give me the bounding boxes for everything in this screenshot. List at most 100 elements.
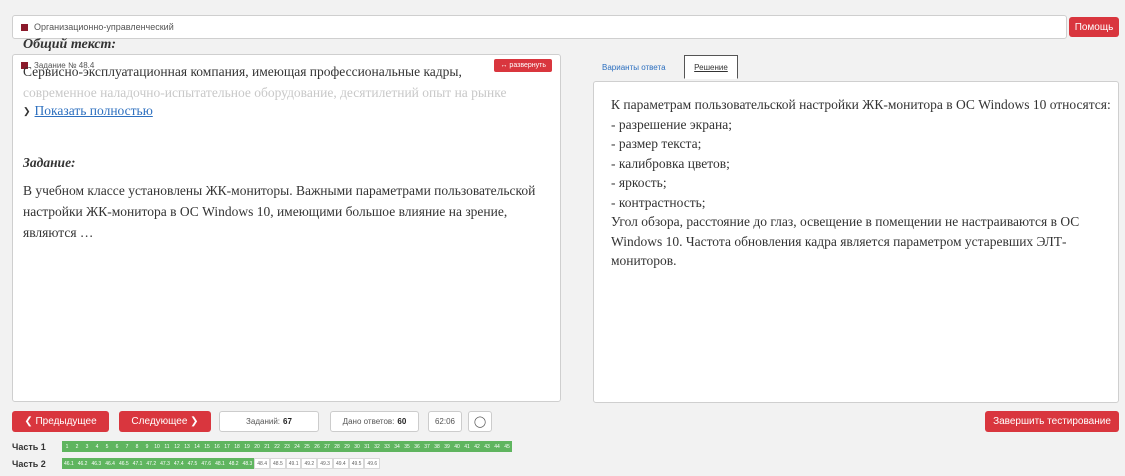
question-cell[interactable]: 42 xyxy=(472,441,482,452)
question-cell[interactable]: 30 xyxy=(352,441,362,452)
question-cell[interactable]: 47.2 xyxy=(144,458,159,469)
question-cell[interactable]: 40 xyxy=(452,441,462,452)
question-cell[interactable]: 10 xyxy=(152,441,162,452)
answers-counter: Дано ответов: 60 xyxy=(330,411,419,432)
solution-text: К параметрам пользовательской настройки … xyxy=(611,95,1111,271)
help-button[interactable]: Помощь xyxy=(1069,17,1119,37)
question-cell[interactable]: 46.3 xyxy=(89,458,104,469)
question-cell[interactable]: 48.4 xyxy=(254,458,271,469)
solution-line: - размер текста; xyxy=(611,136,702,151)
part-label: Часть 2 xyxy=(12,458,46,469)
question-cell[interactable]: 14 xyxy=(192,441,202,452)
question-cell[interactable]: 46.1 xyxy=(62,458,76,469)
question-cell[interactable]: 48.2 xyxy=(226,458,241,469)
question-cell[interactable]: 18 xyxy=(232,441,242,452)
question-cell[interactable]: 48.3 xyxy=(240,458,255,469)
solution-line: - разрешение экрана; xyxy=(611,116,732,132)
question-cell[interactable]: 49.6 xyxy=(364,458,381,469)
general-text-title: Общий текст: xyxy=(23,37,117,52)
timer: 62:06 xyxy=(428,411,462,432)
question-cell[interactable]: 6 xyxy=(112,441,122,452)
question-cell[interactable]: 20 xyxy=(252,441,262,452)
question-cell[interactable]: 49.2 xyxy=(301,458,318,469)
question-cell[interactable]: 11 xyxy=(162,441,172,452)
question-cell[interactable]: 4 xyxy=(92,441,102,452)
solution-line: Угол обзора, расстояние до глаз, освещен… xyxy=(611,214,1080,268)
question-cell[interactable]: 3 xyxy=(82,441,92,452)
question-cell[interactable]: 36 xyxy=(412,441,422,452)
question-cell[interactable]: 39 xyxy=(442,441,452,452)
tab-solution[interactable]: Решение xyxy=(684,55,738,79)
question-cell[interactable]: 1 xyxy=(62,441,72,452)
chevron-down-icon: ❯ xyxy=(23,105,31,116)
answers-counter-label: Дано ответов: xyxy=(342,417,395,426)
answers-counter-value: 60 xyxy=(397,417,407,426)
task-title: Задание: xyxy=(23,155,76,170)
general-text: Сервисно-эксплуатационная компания, имею… xyxy=(23,64,462,79)
question-cell[interactable]: 25 xyxy=(302,441,312,452)
question-cell[interactable]: 16 xyxy=(212,441,222,452)
question-cell[interactable]: 31 xyxy=(362,441,372,452)
question-cell[interactable]: 47.3 xyxy=(158,458,172,469)
solution-line: - яркость; xyxy=(611,175,667,190)
question-cell[interactable]: 7 xyxy=(122,441,132,452)
question-cell[interactable]: 12 xyxy=(172,441,182,452)
question-cell[interactable]: 9 xyxy=(142,441,152,452)
question-cell[interactable]: 29 xyxy=(342,441,352,452)
question-cell[interactable]: 23 xyxy=(282,441,292,452)
question-cell[interactable]: 26 xyxy=(312,441,322,452)
question-cell[interactable]: 49.1 xyxy=(285,458,302,469)
general-text-faded: современное наладочно-испытательное обор… xyxy=(23,85,507,100)
question-cell[interactable]: 48.1 xyxy=(213,458,227,469)
category-marker-icon xyxy=(21,23,28,31)
category-bar: Организационно-управленческий xyxy=(12,15,1067,39)
question-cell[interactable]: 43 xyxy=(482,441,492,452)
question-cell[interactable]: 49.4 xyxy=(332,458,349,469)
question-cell[interactable]: 28 xyxy=(332,441,342,452)
tab-variants[interactable]: Варианты ответа xyxy=(602,63,666,72)
question-cell[interactable]: 19 xyxy=(242,441,252,452)
question-cell[interactable]: 8 xyxy=(132,441,142,452)
clock-icon[interactable]: ◯ xyxy=(468,411,492,432)
finish-test-button[interactable]: Завершить тестирование xyxy=(985,411,1119,432)
question-cell[interactable]: 35 xyxy=(402,441,412,452)
question-cell[interactable]: 49.3 xyxy=(317,458,333,469)
question-cell[interactable]: 34 xyxy=(392,441,402,452)
prev-button[interactable]: ❮ Предыдущее xyxy=(12,411,109,432)
question-cell[interactable]: 21 xyxy=(262,441,272,452)
part-label: Часть 1 xyxy=(12,441,46,452)
tasks-counter-label: Заданий: xyxy=(246,417,281,426)
question-cell[interactable]: 37 xyxy=(422,441,432,452)
show-more-link[interactable]: ❯ Показать полностью xyxy=(23,103,153,119)
part-2-cells: 46.1 46.2 46.3 46.4 46.5 47.1 47.2 47.3 47.4 47.5… xyxy=(62,458,381,469)
question-cell[interactable]: 22 xyxy=(272,441,282,452)
question-cell[interactable]: 13 xyxy=(182,441,192,452)
question-cell[interactable]: 17 xyxy=(222,441,232,452)
question-cell[interactable]: 38 xyxy=(432,441,442,452)
next-button[interactable]: Следующее ❯ xyxy=(119,411,211,432)
question-cell[interactable]: 46.2 xyxy=(75,458,90,469)
question-cell[interactable]: 44 xyxy=(492,441,502,452)
question-cell[interactable]: 24 xyxy=(292,441,302,452)
category-label: Организационно-управленческий xyxy=(34,22,174,32)
solution-line: - контрастность; xyxy=(611,194,706,210)
question-cell[interactable]: 47.6 xyxy=(199,458,214,469)
question-cell[interactable]: 47.5 xyxy=(185,458,200,469)
question-cell[interactable]: 5 xyxy=(102,441,112,452)
question-cell[interactable]: 27 xyxy=(322,441,332,452)
question-cell[interactable]: 47.1 xyxy=(130,458,145,469)
question-cell[interactable]: 41 xyxy=(462,441,472,452)
question-cell[interactable]: 46.5 xyxy=(116,458,131,469)
show-more-label: Показать полностью xyxy=(34,103,153,118)
question-cell[interactable]: 46.4 xyxy=(103,458,117,469)
question-cell[interactable]: 48.5 xyxy=(270,458,286,469)
question-cell[interactable]: 15 xyxy=(202,441,212,452)
question-cell[interactable]: 2 xyxy=(72,441,82,452)
question-cell[interactable]: 33 xyxy=(382,441,392,452)
part-1-cells: 1 2 3 4 5 6 7 8 9 10 11 12 13 14 15 16 17 18 19 20 21 22 23 24 2… xyxy=(62,441,512,452)
question-cell[interactable]: 47.4 xyxy=(171,458,186,469)
question-cell[interactable]: 32 xyxy=(372,441,382,452)
question-cell[interactable]: 49.5 xyxy=(348,458,365,469)
question-cell[interactable]: 45 xyxy=(502,441,512,452)
part-2-row: Часть 2 46.1 46.2 46.3 46.4 46.5 47.1 47.2 47.3… xyxy=(12,458,381,469)
